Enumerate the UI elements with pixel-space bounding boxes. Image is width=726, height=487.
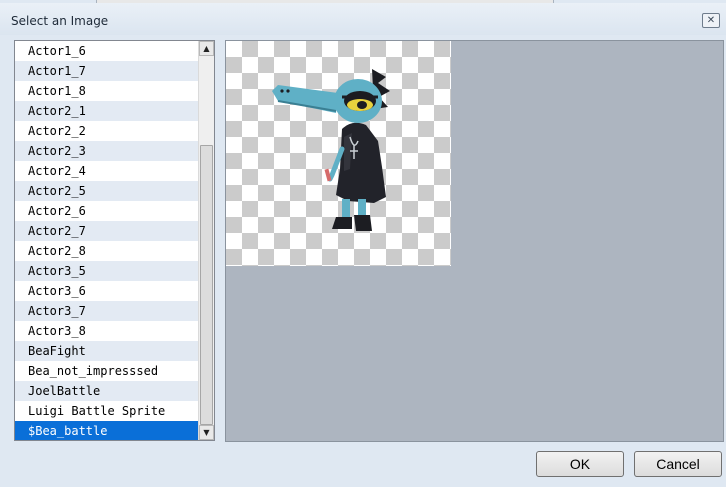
list-item[interactable]: JoelBattle bbox=[15, 381, 199, 401]
list-item[interactable]: Bea_not_impresssed bbox=[15, 361, 199, 381]
list-item[interactable]: Actor1_8 bbox=[15, 81, 199, 101]
list-item[interactable]: Actor3_5 bbox=[15, 261, 199, 281]
dialog-title: Select an Image bbox=[11, 14, 109, 28]
scroll-up-button[interactable]: ▲ bbox=[199, 41, 214, 56]
list-item-selected[interactable]: $Bea_battle bbox=[15, 421, 199, 440]
list-item[interactable]: Actor2_3 bbox=[15, 141, 199, 161]
list-item[interactable]: Actor3_8 bbox=[15, 321, 199, 341]
list-item[interactable]: Actor2_4 bbox=[15, 161, 199, 181]
list-item[interactable]: Actor3_6 bbox=[15, 281, 199, 301]
file-list-items: Actor1_6 Actor1_7 Actor1_8 Actor2_1 Acto… bbox=[15, 41, 199, 440]
close-icon: ✕ bbox=[706, 15, 716, 26]
list-item[interactable]: Actor2_7 bbox=[15, 221, 199, 241]
dialog-titlebar: Select an Image ✕ bbox=[0, 3, 726, 35]
list-item[interactable]: Actor1_6 bbox=[15, 41, 199, 61]
close-button[interactable]: ✕ bbox=[702, 13, 720, 28]
list-item[interactable]: BeaFight bbox=[15, 341, 199, 361]
list-item[interactable]: Actor2_1 bbox=[15, 101, 199, 121]
cancel-button[interactable]: Cancel bbox=[634, 451, 722, 477]
scroll-down-button[interactable]: ▼ bbox=[199, 425, 214, 440]
list-item[interactable]: Actor2_6 bbox=[15, 201, 199, 221]
list-item[interactable]: Actor2_8 bbox=[15, 241, 199, 261]
arrow-down-icon: ▼ bbox=[203, 428, 210, 437]
list-item[interactable]: Actor2_2 bbox=[15, 121, 199, 141]
image-file-list[interactable]: Actor1_6 Actor1_7 Actor1_8 Actor2_1 Acto… bbox=[14, 40, 215, 441]
scroll-thumb[interactable] bbox=[200, 145, 213, 425]
list-item[interactable]: Actor1_7 bbox=[15, 61, 199, 81]
list-item[interactable]: Actor2_5 bbox=[15, 181, 199, 201]
ok-button[interactable]: OK bbox=[536, 451, 624, 477]
list-item[interactable]: Actor3_7 bbox=[15, 301, 199, 321]
character-sprite-image bbox=[272, 69, 390, 231]
image-preview-panel bbox=[225, 40, 724, 442]
list-scrollbar[interactable]: ▲ ▼ bbox=[198, 41, 214, 440]
list-item[interactable]: Luigi Battle Sprite bbox=[15, 401, 199, 421]
arrow-up-icon: ▲ bbox=[203, 44, 210, 53]
